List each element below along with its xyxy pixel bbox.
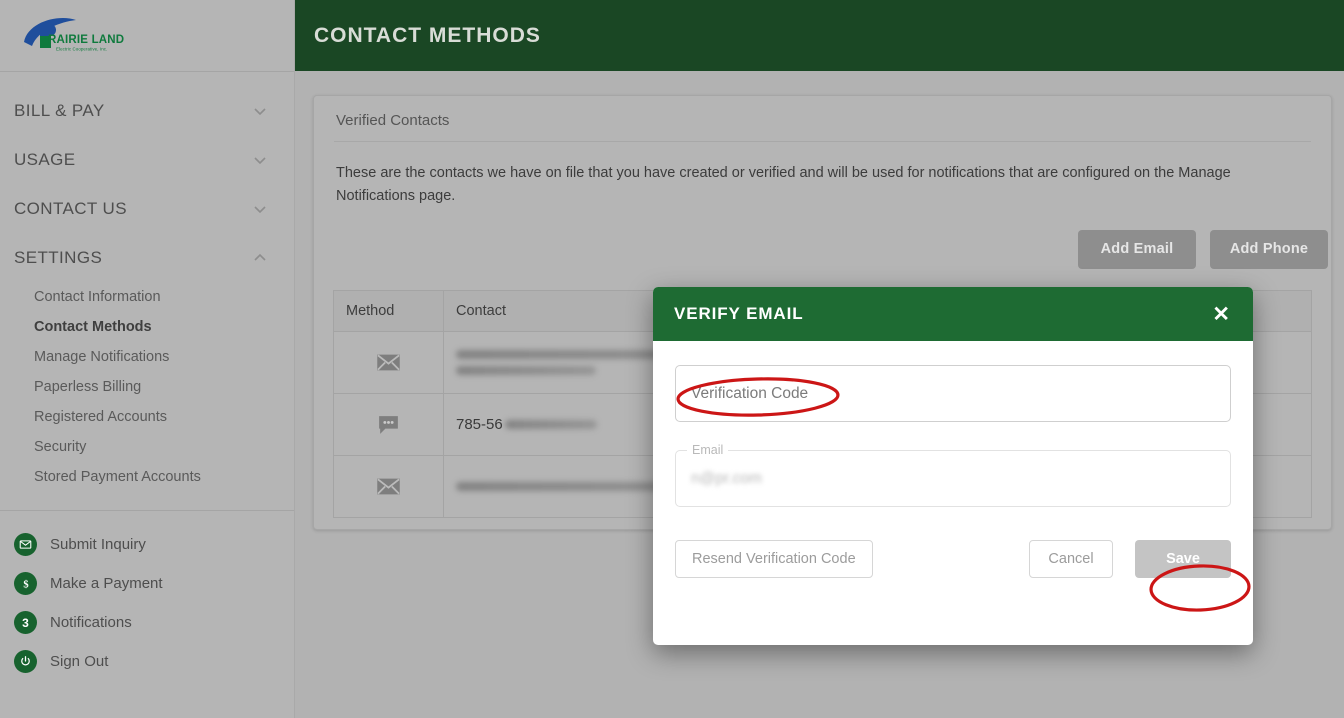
resend-verification-code-button[interactable]: Resend Verification Code bbox=[675, 540, 873, 578]
sidebar-item-label: Notifications bbox=[50, 614, 132, 631]
sidebar-item-registered-accounts[interactable]: Registered Accounts bbox=[0, 402, 294, 432]
sidebar-item-label: Make a Payment bbox=[50, 575, 163, 592]
column-header-method: Method bbox=[334, 290, 444, 331]
sidebar-item-label: Submit Inquiry bbox=[50, 536, 146, 553]
page-title: CONTACT METHODS bbox=[314, 23, 541, 47]
sidebar-item-manage-notifications[interactable]: Manage Notifications bbox=[0, 342, 294, 372]
settings-submenu: Contact Information Contact Methods Mana… bbox=[0, 282, 294, 492]
sidebar-item-stored-payment-accounts[interactable]: Stored Payment Accounts bbox=[0, 462, 294, 492]
card-description: These are the contacts we have on file t… bbox=[336, 165, 1231, 204]
sidebar-group-label: CONTACT US bbox=[14, 198, 127, 218]
sidebar: RAIRIE LAND Electric Cooperative, Inc. B… bbox=[0, 0, 295, 718]
envelope-icon bbox=[346, 349, 443, 376]
phone-prefix: 785-56 bbox=[456, 415, 503, 433]
power-icon bbox=[14, 650, 37, 673]
redacted-contact-value bbox=[504, 419, 597, 429]
verification-code-field bbox=[675, 365, 1231, 422]
sidebar-group-usage[interactable]: USAGE bbox=[0, 135, 294, 184]
sidebar-item-contact-methods[interactable]: Contact Methods bbox=[0, 312, 294, 342]
sidebar-item-make-a-payment[interactable]: $ Make a Payment bbox=[0, 564, 294, 603]
sidebar-item-security[interactable]: Security bbox=[0, 432, 294, 462]
sidebar-group-label: SETTINGS bbox=[14, 247, 103, 267]
chevron-down-icon bbox=[252, 152, 268, 168]
app-root: RAIRIE LAND Electric Cooperative, Inc. B… bbox=[0, 0, 1344, 718]
verification-code-input[interactable] bbox=[691, 384, 1215, 403]
cell-method bbox=[334, 331, 444, 393]
cancel-button[interactable]: Cancel bbox=[1029, 540, 1113, 578]
email-field: Email n@pr.com bbox=[675, 443, 1231, 507]
email-field-value: n@pr.com bbox=[691, 469, 762, 487]
contact-value: 785-56 bbox=[456, 416, 597, 433]
svg-text:$: $ bbox=[23, 579, 28, 590]
sidebar-group-settings[interactable]: SETTINGS bbox=[0, 233, 294, 282]
save-button[interactable]: Save bbox=[1135, 540, 1231, 578]
card-title: Verified Contacts bbox=[336, 112, 450, 129]
add-phone-button[interactable]: Add Phone bbox=[1210, 229, 1328, 269]
sidebar-item-sign-out[interactable]: Sign Out bbox=[0, 642, 294, 681]
sidebar-item-submit-inquiry[interactable]: Submit Inquiry bbox=[0, 525, 294, 564]
verify-email-modal: VERIFY EMAIL ✕ Email n@pr.com Resend Ver… bbox=[653, 287, 1253, 645]
sidebar-group-contact-us[interactable]: CONTACT US bbox=[0, 184, 294, 233]
page-header: CONTACT METHODS bbox=[295, 0, 1344, 71]
sidebar-item-notifications[interactable]: 3 Notifications bbox=[0, 603, 294, 642]
chevron-down-icon bbox=[252, 201, 268, 217]
svg-text:RAIRIE LAND: RAIRIE LAND bbox=[48, 34, 124, 46]
logo-icon: RAIRIE LAND Electric Cooperative, Inc. bbox=[24, 17, 124, 51]
sidebar-group-label: USAGE bbox=[14, 149, 76, 169]
primary-nav: BILL & PAY USAGE CONTACT US SETTINGS Con… bbox=[0, 72, 294, 492]
prairie-land-logo[interactable]: RAIRIE LAND Electric Cooperative, Inc. bbox=[18, 12, 138, 60]
envelope-icon bbox=[14, 533, 37, 556]
modal-actions: Resend Verification Code Cancel Save bbox=[653, 507, 1253, 578]
chevron-down-icon bbox=[252, 103, 268, 119]
sidebar-item-contact-information[interactable]: Contact Information bbox=[0, 282, 294, 312]
close-icon[interactable]: ✕ bbox=[1210, 300, 1232, 329]
svg-text:Electric Cooperative, Inc.: Electric Cooperative, Inc. bbox=[56, 46, 107, 51]
chevron-up-icon bbox=[252, 250, 268, 266]
sidebar-item-label: Sign Out bbox=[50, 653, 109, 670]
sidebar-group-bill-and-pay[interactable]: BILL & PAY bbox=[0, 86, 294, 135]
sidebar-utility-nav: Submit Inquiry $ Make a Payment 3 Notifi… bbox=[0, 511, 294, 681]
cell-method bbox=[334, 393, 444, 455]
logo-area: RAIRIE LAND Electric Cooperative, Inc. bbox=[0, 0, 294, 72]
email-field-label: Email bbox=[687, 443, 729, 457]
add-email-button[interactable]: Add Email bbox=[1078, 229, 1196, 269]
badge-count-icon: 3 bbox=[14, 611, 37, 634]
cell-method bbox=[334, 455, 444, 517]
modal-body: Email n@pr.com bbox=[653, 341, 1253, 507]
modal-header: VERIFY EMAIL ✕ bbox=[653, 287, 1253, 341]
card-actions: Add Email Add Phone bbox=[314, 208, 1331, 269]
sidebar-group-label: BILL & PAY bbox=[14, 100, 105, 120]
envelope-icon bbox=[346, 473, 443, 500]
modal-title: VERIFY EMAIL bbox=[674, 304, 804, 323]
dollar-icon: $ bbox=[14, 572, 37, 595]
chat-bubble-icon bbox=[346, 412, 443, 437]
sidebar-item-paperless-billing[interactable]: Paperless Billing bbox=[0, 372, 294, 402]
